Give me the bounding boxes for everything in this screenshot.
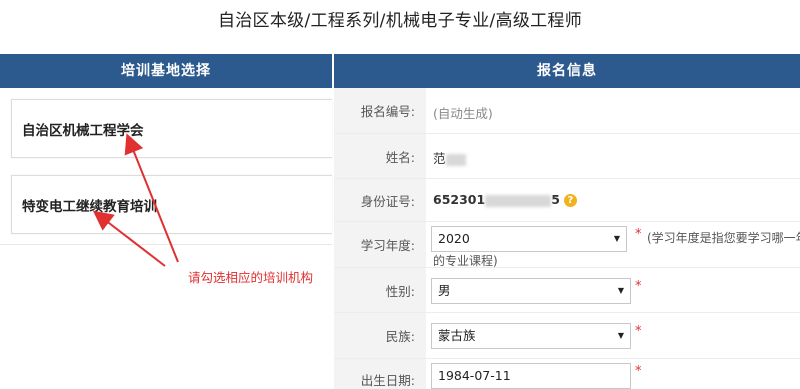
year-row: 学习年度: 2020 ▼ * (学习年度是指您要学习哪一年度 的专业课程) <box>334 222 800 268</box>
birth-label: 出生日期: <box>334 359 426 389</box>
birth-row: 出生日期: 1984-07-11 * <box>334 359 800 389</box>
name-value: 范 <box>433 148 466 167</box>
year-note: (学习年度是指您要学习哪一年度 <box>647 231 800 245</box>
help-icon[interactable]: ? <box>563 194 577 207</box>
gender-label: 性别: <box>334 268 426 312</box>
training-base-header: 培训基地选择 <box>0 54 332 88</box>
training-base-label: 自治区机械工程学会 <box>22 122 144 139</box>
year-select[interactable]: 2020 ▼ <box>431 226 627 252</box>
reg-no-label: 报名编号: <box>334 88 426 133</box>
redacted-block <box>445 153 466 166</box>
year-note-cont: 的专业课程) <box>433 254 498 268</box>
page-title: 自治区本级/工程系列/机械电子专业/高级工程师 <box>217 11 583 31</box>
registration-panel: 报名信息 报名编号: (自动生成) 姓名: 范 身份证号: 652301 5? 学… <box>334 54 800 389</box>
training-base-label: 特变电工继续教育培训 <box>22 198 157 215</box>
id-value: 652301 5? <box>433 192 577 207</box>
name-row: 姓名: 范 <box>334 134 800 179</box>
gender-row: 性别: 男 ▼ * <box>334 268 800 313</box>
reg-no-row: 报名编号: (自动生成) <box>334 88 800 134</box>
reg-no-value: (自动生成) <box>433 106 493 121</box>
birth-date-input[interactable]: 1984-07-11 <box>431 363 631 389</box>
training-base-option-tbea[interactable]: 特变电工继续教育培训 <box>11 175 332 234</box>
training-base-option-mechanical-society[interactable]: 自治区机械工程学会 <box>11 99 332 158</box>
redacted-block <box>485 194 552 207</box>
annotation-text: 请勾选相应的培训机构 <box>188 270 314 285</box>
ethnicity-select[interactable]: 蒙古族 ▼ <box>431 323 631 349</box>
id-row: 身份证号: 652301 5? <box>334 179 800 222</box>
required-mark: * <box>635 364 642 379</box>
required-mark: * <box>635 279 642 294</box>
ethnicity-label: 民族: <box>334 313 426 358</box>
chevron-down-icon: ▼ <box>613 234 620 243</box>
registration-header: 报名信息 <box>334 54 800 88</box>
required-mark: * <box>635 227 642 242</box>
left-divider <box>0 244 332 245</box>
id-label: 身份证号: <box>334 179 426 221</box>
ethnicity-row: 民族: 蒙古族 ▼ * <box>334 313 800 359</box>
required-mark: * <box>635 324 642 339</box>
gender-select[interactable]: 男 ▼ <box>431 278 631 304</box>
name-label: 姓名: <box>334 134 426 178</box>
chevron-down-icon: ▼ <box>617 331 624 340</box>
year-label: 学习年度: <box>334 222 426 267</box>
chevron-down-icon: ▼ <box>617 286 624 295</box>
